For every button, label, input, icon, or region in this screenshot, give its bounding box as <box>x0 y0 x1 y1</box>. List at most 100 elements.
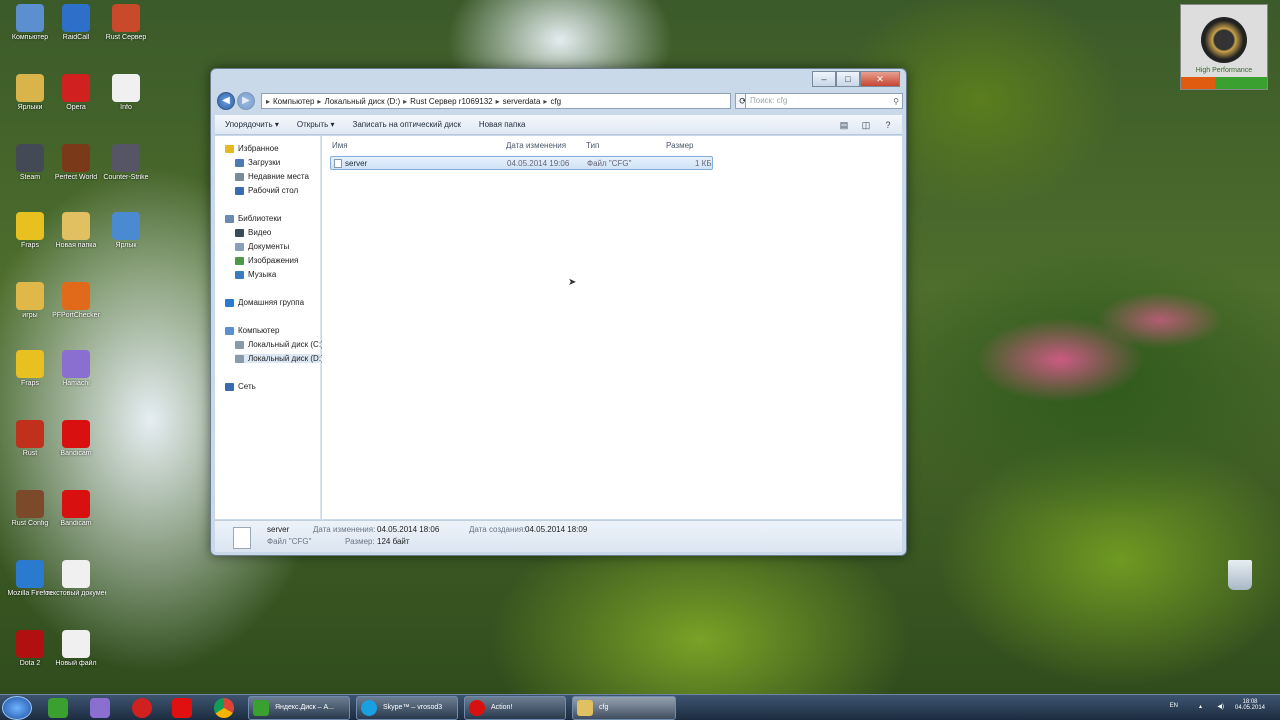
command-bar: Упорядочить ▾ Открыть ▾ Записать на оптиче… <box>215 115 902 135</box>
details-modified: 04.05.2014 18:06 <box>377 525 440 534</box>
app-icon <box>112 212 140 240</box>
desktop-icon-label: Info <box>120 104 132 111</box>
breadcrumb-separator-icon[interactable]: ▸ <box>543 97 547 106</box>
column-date[interactable]: Дата изменения <box>506 141 566 150</box>
nav-item[interactable]: Рабочий стол <box>235 186 298 195</box>
language-indicator[interactable]: EN <box>1170 703 1178 709</box>
nav-item[interactable]: Документы <box>235 242 289 251</box>
desktop-icon[interactable]: Hamachi <box>46 350 106 388</box>
nav-item[interactable]: Локальный диск (D:) <box>235 354 326 363</box>
breadcrumb-item[interactable]: Компьютер <box>273 97 314 106</box>
explorer-window[interactable]: – □ ✕ ◀ ▶ ▸ Компьютер ▸ Локальный диск (D:)… <box>210 68 907 556</box>
nav-item[interactable]: Недавние места <box>235 172 309 181</box>
app-icon <box>16 212 44 240</box>
taskbar: Яндекс.Диск – А... Skype™ – vrosod3 Acti… <box>0 694 1280 720</box>
tray-arrow-icon[interactable]: ▴ <box>1199 703 1202 710</box>
app-icon <box>62 144 90 172</box>
camera-icon <box>1201 17 1247 63</box>
opera-icon[interactable] <box>132 698 152 718</box>
desktop-icon[interactable]: Новый файл <box>46 630 106 668</box>
nav-item[interactable]: Музыка <box>235 270 276 279</box>
nav-item[interactable]: Домашняя группа <box>225 298 304 307</box>
star-icon <box>225 144 234 153</box>
column-type[interactable]: Тип <box>586 141 599 150</box>
download-icon <box>235 158 244 167</box>
nav-item[interactable]: Изображения <box>235 256 298 265</box>
nav-item-label: Избранное <box>238 144 279 153</box>
utorrent-icon[interactable] <box>48 698 68 718</box>
preview-pane-icon[interactable]: ◫ <box>858 118 874 132</box>
nav-item[interactable]: Загрузки <box>235 158 280 167</box>
details-modified-label: Дата изменения: <box>313 525 376 534</box>
volume-icon[interactable]: ◀) <box>1217 703 1224 710</box>
maximize-button[interactable]: □ <box>836 71 860 87</box>
nav-item-label: Недавние места <box>248 172 309 181</box>
task-skype[interactable]: Skype™ – vrosod3 <box>356 696 458 720</box>
nav-item[interactable]: Избранное <box>225 144 279 153</box>
desktop-icon[interactable]: Bandicam <box>46 490 106 528</box>
desktop-icon[interactable]: Counter-Strike <box>96 144 156 182</box>
nav-item[interactable]: Библиотеки <box>225 214 281 223</box>
app-icon <box>16 560 44 588</box>
clock[interactable]: 18:08 04.05.2014 <box>1230 699 1270 711</box>
breadcrumb-item[interactable]: serverdata <box>503 97 541 106</box>
breadcrumb-item[interactable]: Локальный диск (D:) <box>324 97 400 106</box>
toolbar-button[interactable]: Открыть ▾ <box>297 120 335 129</box>
desktop-icon[interactable]: Info <box>96 74 156 112</box>
task-action[interactable]: Action! <box>464 696 566 720</box>
breadcrumb-separator-icon[interactable]: ▸ <box>266 97 270 106</box>
nav-item-label: Библиотеки <box>238 214 282 223</box>
desktop-icon-label: текстовый документ <box>46 590 106 597</box>
back-button[interactable]: ◀ <box>217 92 235 110</box>
desktop-icon[interactable]: PFPortChecker <box>46 282 106 320</box>
nav-item[interactable]: Сеть <box>225 382 256 391</box>
recycle-bin-icon[interactable] <box>1228 560 1252 590</box>
toolbar-button[interactable]: Упорядочить ▾ <box>225 120 279 129</box>
desktop-icon-label: PFPortChecker <box>52 312 100 319</box>
library-icon <box>225 214 234 223</box>
app-icon <box>62 74 90 102</box>
search-input[interactable]: Поиск: cfg ⚲ <box>745 93 903 109</box>
nav-item[interactable]: Локальный диск (C:) <box>235 340 324 349</box>
details-created-label: Дата создания: <box>469 525 526 534</box>
file-row[interactable]: server 04.05.2014 19:06 Файл "CFG" 1 КБ <box>330 156 713 170</box>
toolbar-button[interactable]: Записать на оптический диск <box>353 120 461 129</box>
close-button[interactable]: ✕ <box>860 71 900 87</box>
help-icon[interactable]: ? <box>880 118 896 132</box>
file-list[interactable]: Имя Дата изменения Тип Размер server 04.… <box>322 136 902 519</box>
start-button[interactable] <box>2 696 32 720</box>
breadcrumb-separator-icon[interactable]: ▸ <box>317 97 321 106</box>
column-size[interactable]: Размер <box>666 141 694 150</box>
app-icon <box>112 4 140 32</box>
desktop-icon[interactable]: текстовый документ <box>46 560 106 598</box>
app-icon <box>62 212 90 240</box>
desktop-icon[interactable]: Ярлык <box>96 212 156 250</box>
desktop-icon[interactable]: Bandicam <box>46 420 106 458</box>
hamachi-icon[interactable] <box>90 698 110 718</box>
breadcrumb[interactable]: ▸ Компьютер ▸ Локальный диск (D:) ▸ Rust Серв… <box>261 93 731 109</box>
search-icon: ⚲ <box>893 97 899 106</box>
nav-item-label: Музыка <box>248 270 277 279</box>
column-name[interactable]: Имя <box>332 141 348 150</box>
task-cfg[interactable]: cfg <box>572 696 676 720</box>
breadcrumb-separator-icon[interactable]: ▸ <box>496 97 500 106</box>
yandex-icon[interactable] <box>172 698 192 718</box>
minimize-button[interactable]: – <box>812 71 836 87</box>
chrome-icon[interactable] <box>214 698 234 718</box>
breadcrumb-item[interactable]: cfg <box>550 97 561 106</box>
desktop-icon[interactable]: Rust Сервер <box>96 4 156 42</box>
task-yandex-disk[interactable]: Яндекс.Диск – А... <box>248 696 350 720</box>
breadcrumb-item[interactable]: Rust Сервер r1069132 <box>410 97 492 106</box>
nav-item[interactable]: Видео <box>235 228 271 237</box>
address-bar: ◀ ▶ ▸ Компьютер ▸ Локальный диск (D:) ▸ Rust … <box>215 91 903 113</box>
performance-label: High Performance <box>1195 67 1253 74</box>
breadcrumb-separator-icon[interactable]: ▸ <box>403 97 407 106</box>
app-icon <box>62 560 90 588</box>
desktop-icon-label: Hamachi <box>62 380 90 387</box>
toolbar-button[interactable]: Новая папка <box>479 120 526 129</box>
nav-item[interactable]: Компьютер <box>225 326 279 335</box>
app-icon <box>16 490 44 518</box>
forward-button[interactable]: ▶ <box>237 92 255 110</box>
app-icon <box>62 4 90 32</box>
view-options-icon[interactable]: ▤ <box>836 118 852 132</box>
